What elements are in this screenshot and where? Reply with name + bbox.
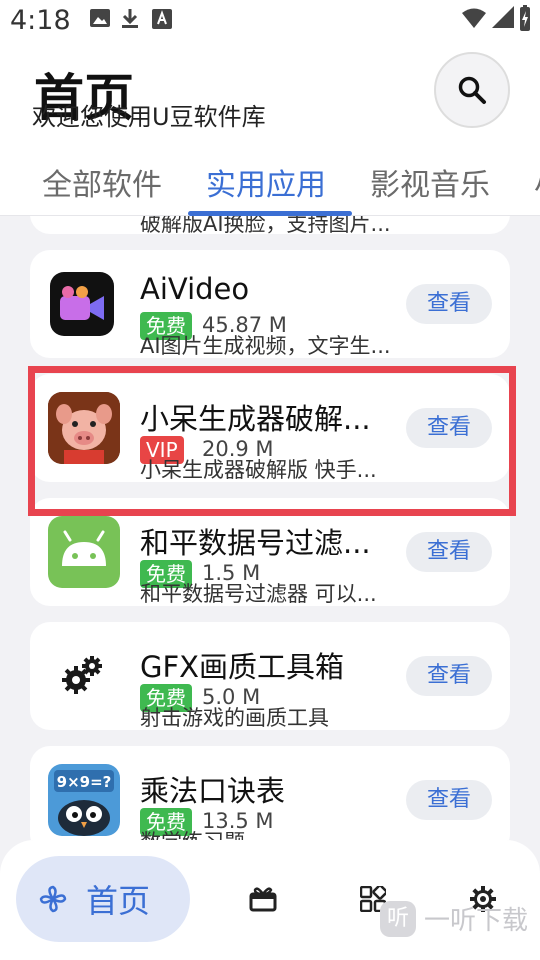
nav-gift[interactable] bbox=[248, 884, 278, 914]
list-item[interactable]: GFX画质工具箱 免费 5.0 M 射击游戏的画质工具 查看 bbox=[30, 622, 510, 730]
app-name: 乘法口诀表 bbox=[140, 774, 286, 808]
image-notification-icon bbox=[90, 9, 110, 27]
font-notification-icon bbox=[152, 9, 172, 29]
tab-all-software[interactable]: 全部软件 bbox=[42, 160, 162, 204]
app-description: 破解版AI换脸，支持图片... bbox=[140, 216, 391, 236]
app-name: GFX画质工具箱 bbox=[140, 650, 345, 684]
app-header: 首页 欢迎您使用U豆软件库 全部软件 实用应用 影视音乐 小 bbox=[0, 44, 540, 216]
bottom-navigation: 首页 听 一听下载 bbox=[0, 840, 540, 960]
pig-character-icon bbox=[48, 392, 120, 464]
app-name: 小呆生成器破解... bbox=[140, 402, 371, 436]
app-name: 和平数据号过滤... bbox=[140, 526, 371, 560]
search-icon bbox=[458, 76, 486, 104]
video-camera-icon bbox=[50, 272, 114, 336]
icon-equation-text: 9×9=? bbox=[57, 773, 112, 791]
nav-home[interactable]: 首页 bbox=[16, 856, 190, 942]
view-button[interactable]: 查看 bbox=[406, 532, 492, 572]
list-item[interactable]: AiVideo 免费 45.87 M AI图片生成视频，文字生... 查看 bbox=[30, 250, 510, 358]
gift-icon bbox=[249, 887, 277, 912]
app-name: AiVideo bbox=[140, 272, 250, 306]
app-description: 小呆生成器破解版 快手... bbox=[140, 458, 377, 482]
tab-utility-apps[interactable]: 实用应用 bbox=[206, 160, 326, 204]
app-description: 数学练习题 bbox=[140, 826, 408, 840]
app-description: 和平数据号过滤器 可以... bbox=[140, 582, 377, 606]
watermark: 听 一听下载 bbox=[380, 900, 528, 937]
list-item[interactable]: 9×9=? 乘法口诀表 免费 13.5 M 数学练习题 查看 bbox=[30, 746, 510, 840]
home-pinwheel-icon bbox=[39, 885, 67, 913]
watermark-logo: 听 bbox=[380, 900, 416, 937]
tab-video-music[interactable]: 影视音乐 bbox=[370, 160, 490, 204]
gears-icon bbox=[50, 644, 114, 708]
download-notification-icon bbox=[122, 9, 138, 28]
nav-home-label: 首页 bbox=[86, 882, 151, 920]
wifi-icon bbox=[462, 8, 486, 28]
view-button[interactable]: 查看 bbox=[406, 284, 492, 324]
list-item[interactable]: 破解版AI换脸，支持图片... bbox=[30, 216, 510, 236]
view-button[interactable]: 查看 bbox=[406, 780, 492, 820]
battery-charging-icon bbox=[520, 5, 530, 31]
list-item[interactable]: 和平数据号过滤... 免费 1.5 M 和平数据号过滤器 可以... 查看 bbox=[30, 498, 510, 606]
multiplication-cartoon-icon: 9×9=? bbox=[48, 764, 120, 836]
view-button[interactable]: 查看 bbox=[406, 656, 492, 696]
status-time: 4:18 bbox=[10, 5, 71, 36]
category-tabs: 全部软件 实用应用 影视音乐 小 bbox=[0, 156, 540, 216]
watermark-text: 一听下载 bbox=[424, 906, 529, 936]
page-subtitle: 欢迎您使用U豆软件库 bbox=[32, 103, 266, 131]
status-bar: 4:18 bbox=[0, 0, 540, 44]
android-icon bbox=[48, 516, 120, 588]
view-button[interactable]: 查看 bbox=[406, 408, 492, 448]
app-list[interactable]: 破解版AI换脸，支持图片... AiVideo 免费 45.87 M AI图片生… bbox=[0, 216, 540, 840]
app-description: AI图片生成视频，文字生... bbox=[140, 334, 391, 358]
tab-next[interactable]: 小 bbox=[534, 160, 540, 204]
cellular-signal-icon bbox=[492, 6, 514, 28]
search-button[interactable] bbox=[434, 52, 510, 128]
list-item[interactable]: 小呆生成器破解... VIP 20.9 M 小呆生成器破解版 快手... 查看 bbox=[30, 374, 510, 482]
app-description: 射击游戏的画质工具 bbox=[140, 706, 329, 730]
